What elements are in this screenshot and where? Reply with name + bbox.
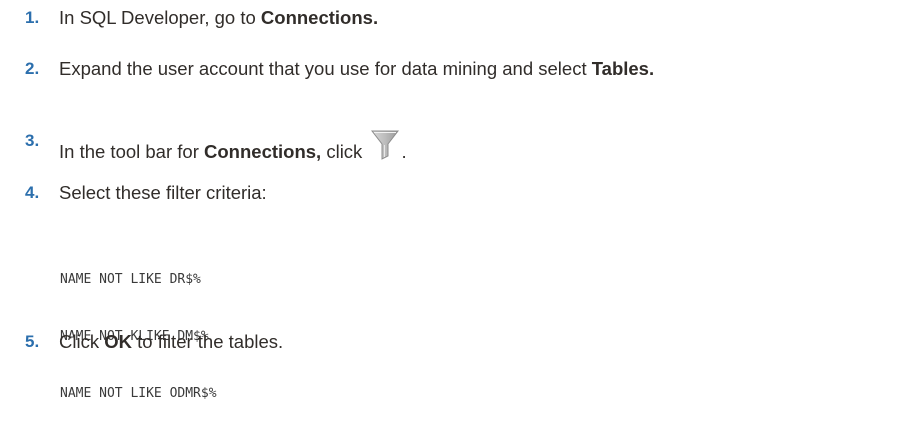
step-number: 3.	[25, 131, 40, 150]
filter-funnel-icon	[371, 130, 400, 160]
step-text-plain: In SQL Developer, go to	[59, 7, 261, 28]
connections-label: Connections.	[260, 7, 379, 28]
connections-label: Connections,	[204, 141, 322, 162]
step-text: Click OK to filter the tables.	[59, 331, 283, 353]
step-text: In the tool bar for Connections, click .	[59, 130, 407, 163]
step-text-plain: Expand the user account that you use for…	[59, 58, 592, 79]
step-number: 5.	[25, 332, 40, 351]
step-text: In SQL Developer, go to Connections.	[59, 7, 378, 29]
step-text-plain: to filter the tables.	[131, 331, 284, 352]
code-line: NAME NOT LIKE ODMR$%	[60, 386, 217, 401]
step-text: Expand the user account that you use for…	[59, 58, 654, 80]
step-text-plain: click	[321, 141, 368, 162]
step-number: 1.	[25, 8, 40, 27]
step-text-plain: In the tool bar for	[59, 141, 205, 162]
step-text-plain: .	[401, 141, 407, 162]
ok-label: OK	[104, 331, 132, 352]
filter-criteria-code: NAME NOT LIKE DR$% NAME NOT KLIKE DM$% N…	[60, 232, 217, 422]
code-line: NAME NOT LIKE DR$%	[60, 272, 201, 287]
step-number: 2.	[25, 59, 40, 78]
tables-label: Tables.	[591, 58, 655, 79]
step-text-plain: Click	[59, 331, 105, 352]
step-text: Select these filter criteria:	[59, 182, 267, 203]
step-number: 4.	[25, 183, 40, 202]
